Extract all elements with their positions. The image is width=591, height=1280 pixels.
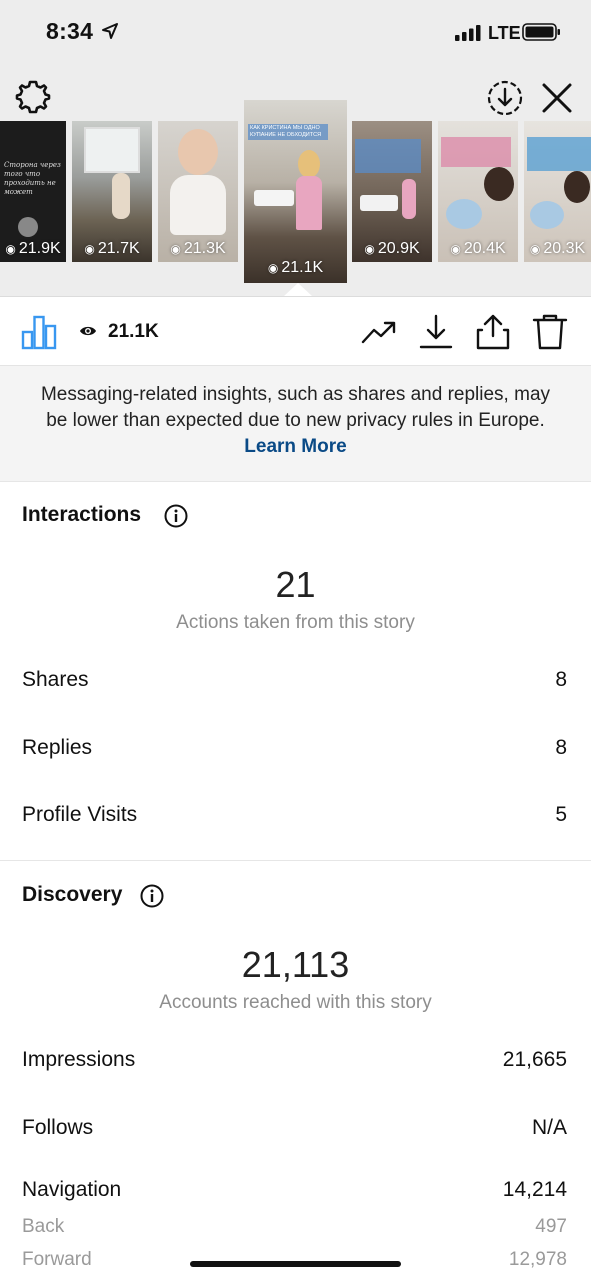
story-thumbnail[interactable]: Сторона через того что проходить не може… (0, 121, 66, 262)
status-bar: 8:34 LTE (0, 0, 591, 64)
download-icon[interactable] (417, 313, 455, 351)
status-time: 8:34 (46, 18, 94, 44)
impressions-value: 21,665 (502, 1048, 567, 1071)
interactions-total: 21 (275, 564, 316, 605)
eye-icon: ◉ (170, 242, 181, 256)
replies-label: Replies (22, 736, 93, 759)
learn-more-link[interactable]: Learn More (244, 436, 346, 457)
story-thumbnail[interactable]: ◉ 21.3K (158, 121, 238, 262)
navigation-back-label: Back (22, 1216, 65, 1237)
thumbnail-caption: Сторона через того что проходить не може… (4, 161, 61, 196)
network-type: LTE (488, 23, 521, 43)
thumbnail-art (446, 199, 482, 229)
story-thumbnail[interactable]: ◉ 20.3K (524, 121, 591, 262)
eye-icon: ◉ (84, 242, 95, 256)
thumbnail-art (527, 137, 591, 171)
close-icon[interactable] (539, 80, 575, 116)
story-thumbnail-selected[interactable]: КАК КРИСТИНА МЫ ОДНО КУПАНИЕ НЕ ОБХОДИТС… (244, 100, 347, 283)
thumbnail-views: ◉ 20.4K (450, 240, 506, 257)
settings-gear-icon[interactable] (15, 79, 51, 115)
eye-icon (80, 326, 96, 336)
impressions-label: Impressions (22, 1048, 136, 1071)
story-thumbnail[interactable]: ◉ 20.4K (438, 121, 518, 262)
shares-value: 8 (555, 668, 567, 691)
eye-icon: ◉ (364, 242, 375, 256)
selected-pointer (284, 283, 312, 296)
thumbnail-art (355, 139, 421, 173)
thumbnail-art (170, 175, 226, 235)
thumbnail-art (484, 167, 514, 201)
navigation-label: Navigation (22, 1178, 122, 1201)
location-arrow-icon (102, 23, 118, 39)
thumbnail-art (178, 129, 218, 175)
thumbnail-views: ◉ 21.3K (170, 240, 226, 257)
cell-signal-icon (455, 25, 481, 41)
thumbnail-views: ◉ 21.7K (84, 240, 140, 257)
share-icon[interactable] (474, 313, 512, 351)
save-story-icon[interactable] (485, 78, 525, 118)
thumbnail-art (18, 217, 38, 237)
discovery-total-label: Accounts reached with this story (159, 992, 432, 1013)
thumbnail-views: ◉ 20.3K (529, 240, 586, 257)
notice-text: Messaging-related insights, such as shar… (40, 384, 551, 431)
thumbnail-views: ◉ 20.9K (364, 240, 420, 257)
info-icon[interactable] (140, 884, 164, 908)
insights-toolbar: 21.1K (0, 296, 591, 366)
thumbnail-art (296, 176, 322, 230)
story-thumbnail[interactable]: ◉ 20.9K (352, 121, 432, 262)
discovery-title: Discovery (22, 883, 123, 906)
view-count: 21.1K (108, 321, 159, 342)
thumbnail-art (298, 150, 320, 178)
thumbnail-art (402, 179, 416, 219)
thumbnail-art (530, 201, 564, 229)
shares-label: Shares (22, 668, 89, 691)
profile-visits-label: Profile Visits (22, 803, 138, 826)
thumbnail-views: ◉ 21.9K (5, 240, 61, 257)
battery-icon (522, 23, 560, 41)
eye-icon: ◉ (267, 261, 279, 275)
story-thumbnail[interactable]: ◉ 21.7K (72, 121, 152, 262)
thumbnail-art (564, 171, 590, 203)
insights-chart-icon[interactable] (21, 314, 57, 350)
thumbnail-art (84, 127, 140, 173)
navigation-forward-value: 12,978 (508, 1249, 567, 1270)
thumbnail-art (112, 173, 130, 219)
section-divider (0, 860, 591, 861)
trending-icon[interactable] (360, 313, 398, 351)
eye-icon: ◉ (529, 242, 541, 256)
profile-visits-value: 5 (555, 803, 567, 826)
thumbnail-caption: КАК КРИСТИНА МЫ ОДНО КУПАНИЕ НЕ ОБХОДИТС… (248, 124, 328, 140)
eye-icon: ◉ (450, 242, 461, 256)
story-strip-area: 8:34 LTE Сторона через того что проходит… (0, 0, 591, 296)
info-icon[interactable] (164, 504, 188, 528)
home-indicator[interactable] (190, 1261, 401, 1267)
navigation-back-value: 497 (535, 1216, 567, 1237)
interactions-title: Interactions (22, 503, 142, 526)
thumbnail-art (441, 137, 511, 167)
navigation-forward-label: Forward (22, 1249, 92, 1270)
thumbnail-art (254, 190, 294, 206)
eye-icon: ◉ (5, 242, 16, 256)
replies-value: 8 (555, 736, 567, 759)
follows-value: N/A (531, 1116, 567, 1139)
follows-label: Follows (22, 1116, 94, 1139)
discovery-total: 21,113 (241, 944, 350, 985)
thumbnail-views: ◉ 21.1K (267, 259, 324, 276)
trash-icon[interactable] (531, 313, 569, 351)
interactions-total-label: Actions taken from this story (176, 612, 415, 633)
thumbnail-art (360, 195, 398, 211)
navigation-value: 14,214 (502, 1178, 567, 1201)
privacy-notice: Messaging-related insights, such as shar… (0, 366, 591, 482)
